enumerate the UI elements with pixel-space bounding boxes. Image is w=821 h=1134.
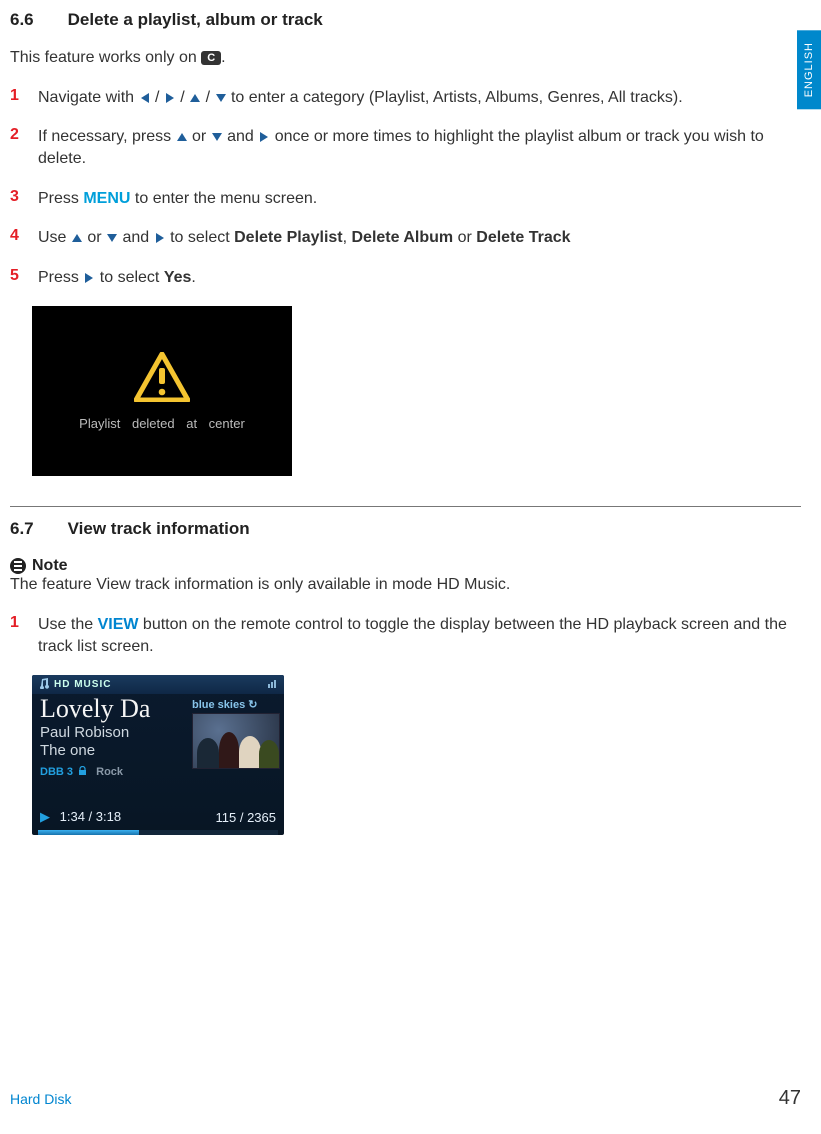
step-row: 3 Press MENU to enter the menu screen. [10, 188, 801, 210]
page-number: 47 [779, 1087, 801, 1110]
text-segment: Use [38, 229, 71, 246]
down-arrow-icon [215, 87, 227, 109]
section-6-7-header: 6.7 View track information [10, 519, 801, 539]
text-segment: and [118, 229, 154, 246]
step-number: 5 [10, 267, 38, 289]
step-text: Press to select Yes. [38, 267, 801, 289]
device-screenshot-warning: Playlist deleted at center [32, 306, 292, 476]
step-row: 5 Press to select Yes. [10, 267, 801, 289]
intro-pre: This feature works only on [10, 49, 201, 66]
section-6-6-number: 6.6 [10, 10, 34, 30]
text-segment: or [453, 229, 476, 246]
text-segment: . [191, 269, 195, 286]
signal-icon [268, 678, 278, 691]
language-tab: ENGLISH [797, 30, 821, 109]
section-6-6-header: 6.6 Delete a playlist, album or track [10, 10, 801, 30]
screenshot-warning-text: Playlist deleted at center [79, 416, 245, 431]
hd-artist: Paul Robison [40, 724, 186, 742]
hd-music-screenshot: HD MUSIC Lovely Da Paul Robison The one … [32, 675, 284, 835]
step-row: 1 Use the VIEW button on the remote cont… [10, 614, 801, 657]
hd-count: 115 / 2365 [216, 810, 276, 825]
hd-header: HD MUSIC [32, 675, 284, 694]
text-segment: Press [38, 190, 83, 207]
delete-track-label: Delete Track [476, 229, 570, 246]
right-arrow-icon [154, 227, 166, 249]
text-segment: to select [166, 229, 234, 246]
text-segment: or [83, 229, 106, 246]
section-6-7-title: View track information [68, 519, 250, 539]
step-number: 3 [10, 188, 38, 210]
text-segment: to enter a category (Playlist, Artists, … [227, 89, 683, 106]
text-segment: button on the remote control to toggle t… [38, 616, 787, 655]
right-arrow-icon [258, 126, 270, 148]
step-number: 1 [10, 614, 38, 657]
view-key-label: VIEW [98, 616, 139, 633]
lock-icon [78, 766, 87, 778]
page-footer: Hard Disk 47 [10, 1087, 801, 1110]
down-arrow-icon [106, 227, 118, 249]
hd-dbb-label: DBB 3 [40, 766, 73, 778]
right-arrow-icon [164, 87, 176, 109]
hd-album: The one [40, 742, 186, 760]
text-segment: Press [38, 269, 83, 286]
section-6-6-intro: This feature works only on C. [10, 48, 801, 69]
text-segment: , [343, 229, 352, 246]
note-header: Note [10, 557, 801, 575]
hd-album-art [192, 713, 280, 769]
step-text: Navigate with / / / to enter a category … [38, 87, 801, 109]
up-arrow-icon [189, 87, 201, 109]
section-divider [10, 506, 801, 507]
text-segment: to select [95, 269, 163, 286]
section-6-6-title: Delete a playlist, album or track [68, 10, 323, 30]
step-row: 1 Navigate with / / / to enter a categor… [10, 87, 801, 109]
repeat-icon: ↻ [248, 699, 257, 711]
note-text: The feature View track information is on… [10, 575, 801, 596]
hd-progress-fill [38, 830, 139, 835]
text-segment: to enter the menu screen. [130, 190, 317, 207]
center-icon: C [201, 51, 221, 65]
step-text: If necessary, press or and once or more … [38, 126, 801, 169]
hd-time: 1:34 / 3:18 [60, 809, 121, 824]
text-segment: and [223, 128, 259, 145]
note-icon [10, 558, 26, 574]
up-arrow-icon [176, 126, 188, 148]
hd-header-label: HD MUSIC [54, 679, 111, 690]
hd-progress-bar [38, 830, 278, 835]
note-label: Note [32, 557, 68, 575]
step-number: 4 [10, 227, 38, 249]
intro-post: . [221, 49, 225, 66]
hd-footer: ▶ 1:34 / 3:18 115 / 2365 [32, 806, 284, 828]
step-text: Use or and to select Delete Playlist, De… [38, 227, 801, 249]
up-arrow-icon [71, 227, 83, 249]
text-segment: Navigate with [38, 89, 139, 106]
delete-album-label: Delete Album [352, 229, 454, 246]
delete-playlist-label: Delete Playlist [234, 229, 343, 246]
hd-dbb-row: DBB 3 Rock [40, 766, 186, 778]
warning-triangle-icon [134, 352, 190, 402]
right-arrow-icon [83, 267, 95, 289]
music-note-icon [38, 677, 50, 692]
left-arrow-icon [139, 87, 151, 109]
step-row: 4 Use or and to select Delete Playlist, … [10, 227, 801, 249]
section-6-7-number: 6.7 [10, 519, 34, 539]
play-icon: ▶ [40, 809, 50, 824]
step-number: 1 [10, 87, 38, 109]
step-text: Press MENU to enter the menu screen. [38, 188, 801, 210]
hd-right-label: blue skies ↻ [192, 698, 278, 711]
down-arrow-icon [211, 126, 223, 148]
text-segment: Use the [38, 616, 98, 633]
hd-track-title: Lovely Da [40, 696, 186, 722]
step-number: 2 [10, 126, 38, 169]
step-text: Use the VIEW button on the remote contro… [38, 614, 801, 657]
footer-section-label: Hard Disk [10, 1091, 71, 1107]
hd-genre: Rock [96, 766, 123, 778]
text-segment: If necessary, press [38, 128, 176, 145]
step-row: 2 If necessary, press or and once or mor… [10, 126, 801, 169]
yes-label: Yes [164, 269, 192, 286]
menu-key-label: MENU [83, 190, 130, 207]
